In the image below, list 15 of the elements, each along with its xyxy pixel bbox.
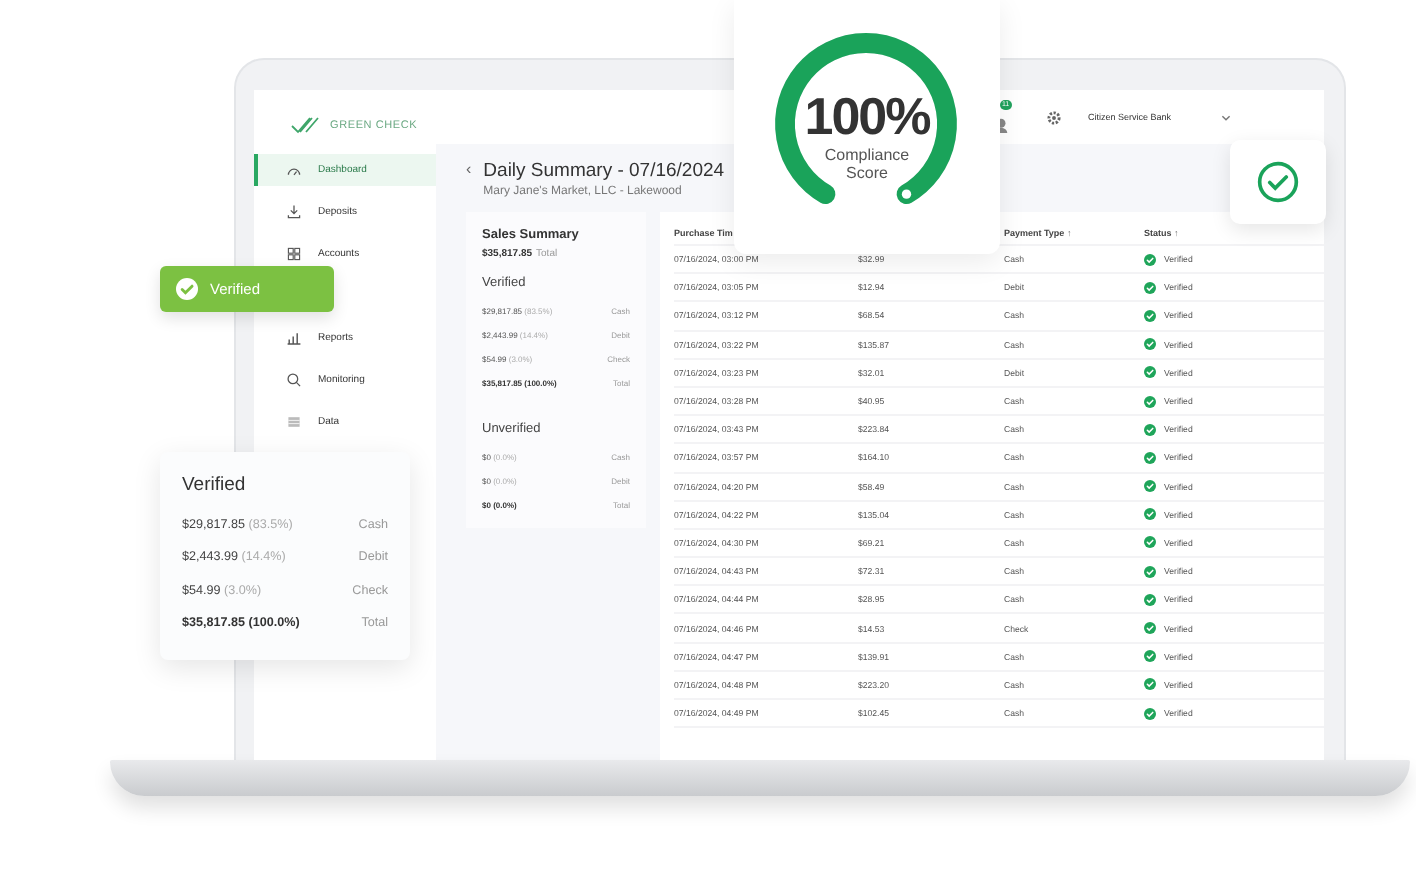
check-circle-icon (1256, 160, 1300, 204)
score-label: Compliance Score (822, 146, 912, 182)
chevron-down-icon (1220, 111, 1232, 123)
search-icon (286, 372, 302, 388)
download-icon (286, 204, 302, 220)
grid-icon (286, 246, 302, 262)
page-title: Daily Summary - 07/16/2024 (483, 160, 725, 182)
score-value: 100% (802, 88, 932, 144)
card-title: Verified (182, 474, 248, 496)
settings-icon (1046, 109, 1062, 125)
checkmark-logo-icon (290, 116, 322, 136)
back-button[interactable]: ‹ (466, 160, 472, 180)
check-circle-icon (176, 278, 198, 300)
bar-chart-icon (286, 330, 302, 346)
table-icon (286, 414, 302, 430)
